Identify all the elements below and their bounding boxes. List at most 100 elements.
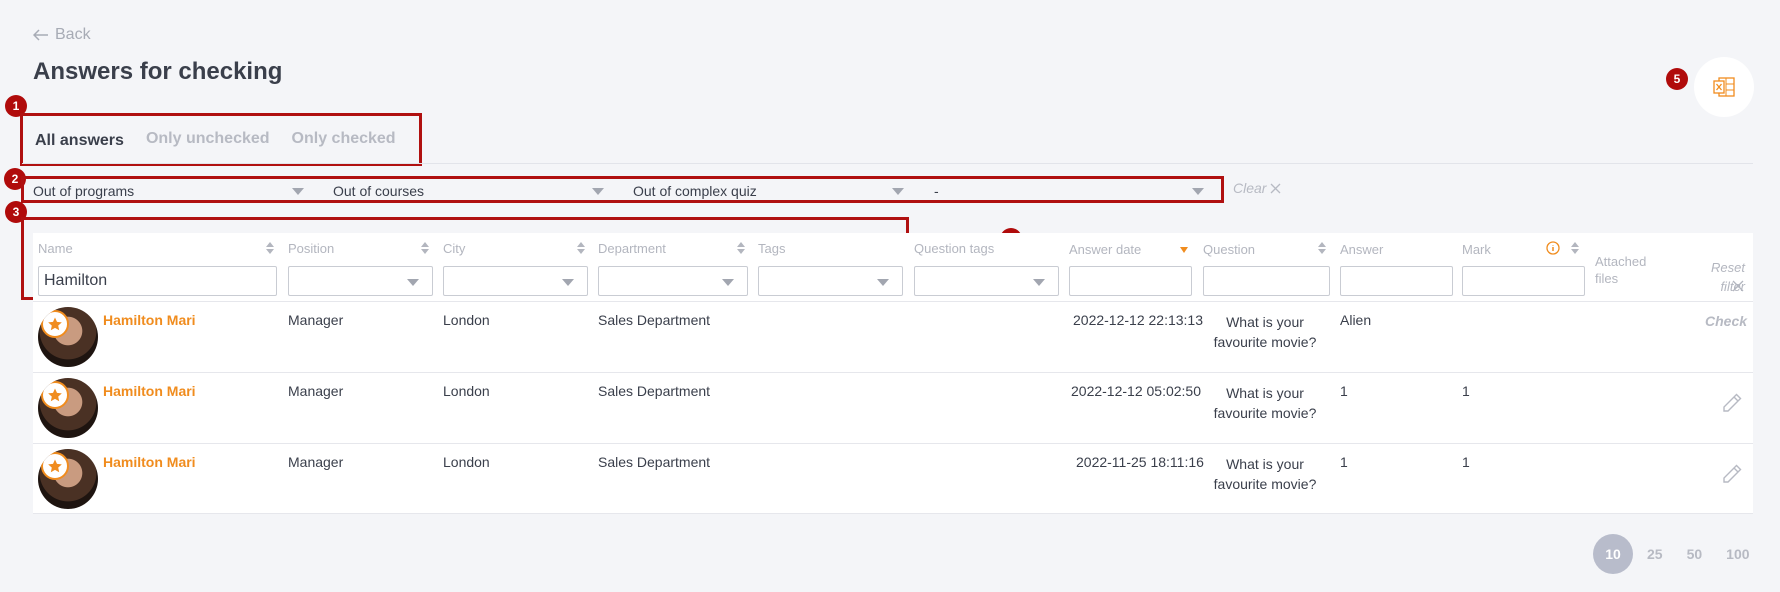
column-header-question-tags[interactable]: Question tags (914, 241, 994, 256)
avatar[interactable] (38, 378, 98, 438)
page-size-100[interactable]: 100 (1726, 546, 1749, 562)
page-size-50[interactable]: 50 (1687, 546, 1703, 562)
star-icon (41, 310, 69, 338)
chevron-down-icon (592, 188, 604, 195)
user-position: Manager (288, 312, 344, 328)
chevron-down-icon (892, 188, 904, 195)
chevron-down-icon (407, 279, 419, 286)
excel-icon (1713, 77, 1735, 97)
back-link[interactable]: Back (33, 26, 91, 44)
extra-select-value: - (934, 183, 939, 199)
chevron-down-icon (562, 279, 574, 286)
table-row: Hamilton Mari Manager London Sales Depar… (33, 444, 1753, 514)
sort-desc-icon[interactable] (1180, 247, 1188, 253)
answer-text: 1 (1340, 383, 1348, 399)
answer-filter-input[interactable] (1340, 266, 1453, 296)
column-header-answer[interactable]: Answer (1340, 242, 1383, 257)
answer-date: 2022-12-12 22:13:13 (1073, 312, 1203, 328)
pencil-icon[interactable] (1721, 392, 1743, 414)
question-filter-input[interactable] (1203, 266, 1330, 296)
page-size-25[interactable]: 25 (1647, 546, 1663, 562)
user-position: Manager (288, 383, 344, 399)
answer-tabs: All answers Only unchecked Only checked (35, 128, 396, 150)
star-icon (41, 452, 69, 480)
mark-filter-input[interactable] (1462, 266, 1585, 296)
callout-badge-5: 5 (1666, 68, 1688, 90)
programs-select[interactable]: Out of programs (33, 181, 308, 201)
tags-filter-select[interactable] (758, 266, 903, 296)
info-icon[interactable] (1546, 241, 1560, 255)
column-header-tags[interactable]: Tags (758, 241, 785, 256)
user-department: Sales Department (598, 454, 711, 470)
extra-select[interactable]: - (934, 181, 1209, 201)
complex-quiz-select-value: Out of complex quiz (633, 183, 757, 199)
sort-icon[interactable] (737, 242, 745, 254)
mark-value: 1 (1462, 454, 1470, 470)
close-icon[interactable] (1732, 280, 1744, 292)
arrow-left-icon (33, 29, 48, 41)
check-link[interactable]: Check (1705, 313, 1747, 329)
courses-select[interactable]: Out of courses (333, 181, 608, 201)
clear-filters-button[interactable]: Clear (1233, 180, 1281, 196)
sort-icon[interactable] (577, 242, 585, 254)
tab-only-checked[interactable]: Only checked (292, 128, 396, 150)
tab-all-answers[interactable]: All answers (35, 128, 124, 150)
chevron-down-icon (722, 279, 734, 286)
column-header-answer-date[interactable]: Answer date (1069, 242, 1141, 257)
name-filter-input[interactable]: Hamilton (38, 266, 277, 296)
sort-icon[interactable] (1318, 242, 1326, 254)
chevron-down-icon (292, 188, 304, 195)
tabs-divider (22, 163, 1753, 164)
avatar[interactable] (38, 449, 98, 509)
tab-only-unchecked[interactable]: Only unchecked (146, 128, 270, 150)
user-city: London (443, 383, 490, 399)
export-excel-button[interactable] (1694, 57, 1754, 117)
page-size-10[interactable]: 10 (1593, 534, 1633, 574)
sort-icon[interactable] (1571, 242, 1579, 254)
column-header-city[interactable]: City (443, 241, 465, 256)
answers-table: Name Position City Department Tags Quest… (33, 233, 1753, 514)
column-header-position[interactable]: Position (288, 241, 334, 256)
user-city: London (443, 312, 490, 328)
close-icon (1271, 183, 1281, 193)
user-name-link[interactable]: Hamilton Mari (103, 383, 196, 399)
column-header-name[interactable]: Name (38, 241, 73, 256)
column-header-question[interactable]: Question (1203, 242, 1255, 257)
mark-value: 1 (1462, 383, 1470, 399)
sort-icon[interactable] (421, 242, 429, 254)
answer-date-filter-input[interactable] (1069, 266, 1192, 296)
pencil-icon[interactable] (1721, 463, 1743, 485)
user-department: Sales Department (598, 312, 711, 328)
answer-text: Alien (1340, 312, 1372, 328)
sort-icon[interactable] (266, 242, 274, 254)
chevron-down-icon (1033, 279, 1045, 286)
question-text: What is your favourite movie? (1213, 314, 1317, 350)
position-filter-select[interactable] (288, 266, 433, 296)
column-header-mark[interactable]: Mark (1462, 242, 1491, 257)
question-text: What is your favourite movie? (1213, 385, 1317, 421)
user-position: Manager (288, 454, 344, 470)
column-header-department[interactable]: Department (598, 241, 666, 256)
question-tags-filter-select[interactable] (914, 266, 1059, 296)
user-department: Sales Department (598, 383, 711, 399)
page-size-selector: 10 25 50 100 (1593, 534, 1750, 574)
user-name-link[interactable]: Hamilton Mari (103, 312, 196, 328)
user-name-link[interactable]: Hamilton Mari (103, 454, 196, 470)
chevron-down-icon (877, 279, 889, 286)
clear-filters-label: Clear (1233, 180, 1267, 196)
column-header-attached-files: Attached files (1595, 254, 1647, 286)
answer-date: 2022-12-12 05:02:50 (1071, 383, 1201, 399)
avatar[interactable] (38, 307, 98, 367)
table-row: Hamilton Mari Manager London Sales Depar… (33, 302, 1753, 372)
chevron-down-icon (1192, 188, 1204, 195)
department-filter-select[interactable] (598, 266, 748, 296)
page-title: Answers for checking (33, 58, 283, 85)
star-icon (41, 381, 69, 409)
programs-select-value: Out of programs (33, 183, 135, 199)
courses-select-value: Out of courses (333, 183, 425, 199)
complex-quiz-select[interactable]: Out of complex quiz (633, 181, 908, 201)
answer-date: 2022-11-25 18:11:16 (1076, 454, 1204, 470)
row-divider (33, 513, 1753, 514)
city-filter-select[interactable] (443, 266, 588, 296)
back-label: Back (55, 26, 91, 43)
